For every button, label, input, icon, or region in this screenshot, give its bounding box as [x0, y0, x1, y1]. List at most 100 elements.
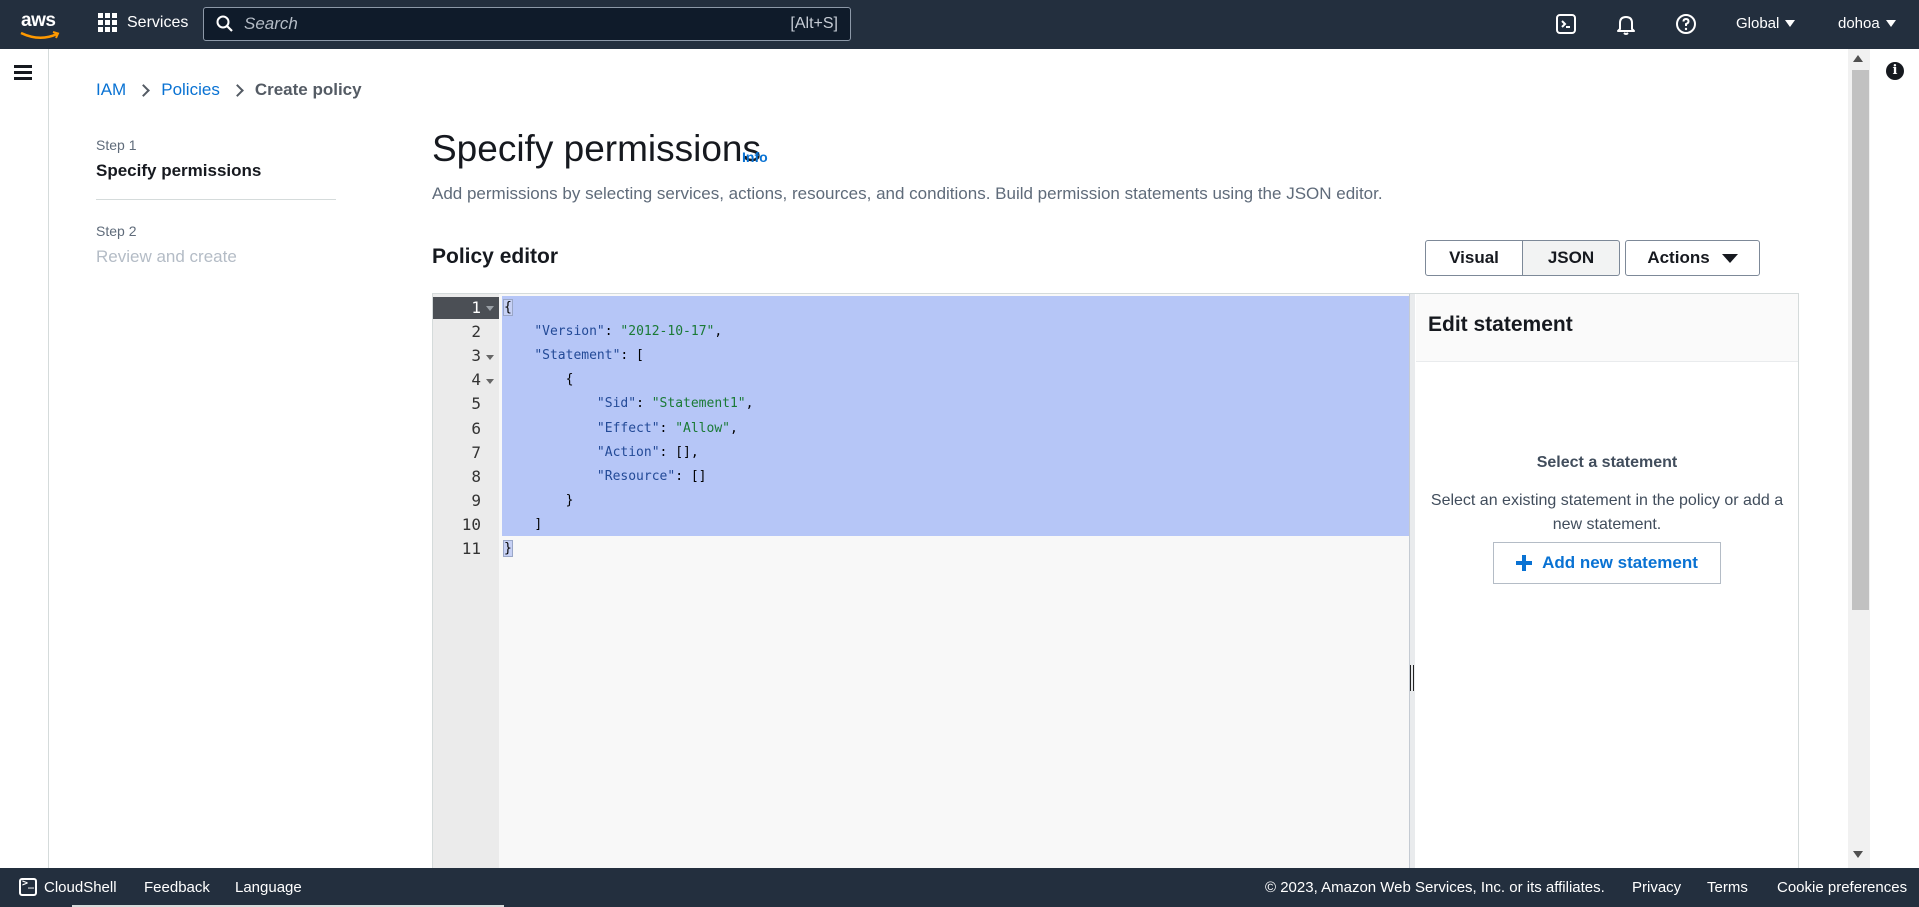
console-footer: CloudShell Feedback Language © 2023, Ama…	[0, 868, 1919, 907]
code-line[interactable]: "Version": "2012-10-17",	[503, 324, 722, 339]
json-punctuation: : []	[675, 468, 707, 484]
step-1-title[interactable]: Specify permissions	[96, 161, 261, 181]
services-grid-icon	[98, 13, 117, 32]
footer-feedback-link[interactable]: Feedback	[144, 879, 210, 896]
json-punctuation: ]	[534, 516, 543, 532]
caret-down-icon	[1721, 253, 1738, 263]
account-menu[interactable]: dohoa	[1838, 15, 1896, 32]
code-line[interactable]: }	[503, 492, 574, 508]
region-label: Global	[1736, 15, 1780, 32]
breadcrumb: IAM Policies Create policy	[96, 80, 362, 100]
breadcrumb-current: Create policy	[254, 80, 362, 99]
step-divider	[96, 199, 336, 200]
line-number: 1	[471, 298, 481, 317]
line-number: 2	[471, 322, 481, 342]
breadcrumb-iam[interactable]: IAM	[96, 80, 126, 100]
region-selector[interactable]: Global	[1736, 15, 1796, 32]
search-shortcut-hint: [Alt+S]	[790, 15, 838, 32]
line-number: 8	[471, 466, 481, 486]
json-punctuation: :	[659, 420, 676, 436]
code-line[interactable]: ]	[503, 517, 542, 532]
cloudshell-icon[interactable]	[1554, 12, 1578, 36]
json-punctuation: {	[503, 299, 513, 316]
json-punctuation: {	[565, 372, 574, 388]
tools-rail	[1870, 49, 1919, 868]
editor-mode-toggle: Visual JSON	[1425, 240, 1620, 276]
services-menu-button[interactable]: Services	[98, 13, 188, 32]
fold-arrow-icon[interactable]	[486, 306, 494, 311]
aws-logo[interactable]: aws	[20, 10, 60, 40]
json-punctuation: ,	[730, 420, 738, 436]
step-1-label: Step 1	[96, 137, 137, 153]
search-box[interactable]: [Alt+S]	[203, 7, 851, 41]
step-2-label: Step 2	[96, 223, 137, 239]
footer-privacy-link[interactable]: Privacy	[1632, 879, 1681, 896]
info-panel-icon[interactable]: i	[1886, 62, 1904, 80]
json-punctuation: :	[636, 396, 652, 412]
footer-cookie-preferences-link[interactable]: Cookie preferences	[1777, 879, 1907, 896]
select-statement-description: Select an existing statement in the poli…	[1430, 492, 1784, 533]
json-key: "Version"	[534, 324, 605, 340]
code-line[interactable]: {	[503, 372, 574, 388]
info-link[interactable]: Info	[742, 149, 768, 165]
aws-logo-text: aws	[21, 10, 56, 31]
footer-copyright: © 2023, Amazon Web Services, Inc. or its…	[1265, 879, 1605, 896]
footer-cloudshell-link[interactable]: CloudShell	[44, 879, 117, 896]
account-label: dohoa	[1838, 15, 1880, 32]
json-key: "Statement"	[534, 348, 621, 364]
add-new-statement-button[interactable]: Add new statement	[1493, 542, 1721, 584]
json-key: "Action"	[596, 444, 660, 460]
json-string: "Statement1"	[651, 396, 746, 412]
json-punctuation: ,	[714, 324, 723, 340]
breadcrumb-policies[interactable]: Policies	[161, 80, 220, 100]
footer-terms-link[interactable]: Terms	[1707, 879, 1748, 896]
notifications-bell-icon[interactable]	[1614, 12, 1638, 36]
footer-language-link[interactable]: Language	[235, 879, 302, 896]
aws-smile-icon	[20, 31, 60, 39]
json-punctuation: }	[565, 492, 574, 508]
json-punctuation: }	[503, 540, 513, 557]
line-number: 6	[471, 418, 481, 438]
page-description: Add permissions by selecting services, a…	[432, 184, 1383, 203]
code-line[interactable]: "Sid": "Statement1",	[503, 396, 754, 412]
line-number: 11	[461, 539, 481, 558]
code-line[interactable]: "Effect": "Allow",	[503, 421, 738, 436]
visual-mode-button[interactable]: Visual	[1425, 240, 1523, 276]
search-input[interactable]	[242, 13, 791, 35]
code-line[interactable]: }	[503, 540, 513, 557]
actions-dropdown-button[interactable]: Actions	[1625, 240, 1760, 276]
menu-hamburger-icon[interactable]	[14, 65, 32, 83]
scroll-up-arrow-icon[interactable]	[1853, 55, 1863, 62]
code-line[interactable]: "Statement": [	[503, 348, 644, 363]
fold-arrow-icon[interactable]	[486, 379, 494, 384]
editor-panel-splitter[interactable]	[1409, 294, 1415, 868]
code-line[interactable]: "Action": [],	[503, 445, 699, 460]
code-line[interactable]: {	[503, 299, 513, 316]
json-mode-button[interactable]: JSON	[1523, 240, 1620, 276]
actions-label: Actions	[1647, 248, 1710, 267]
help-icon[interactable]	[1674, 12, 1698, 36]
chevron-right-icon	[230, 83, 244, 97]
top-navigation: aws Services [Alt+S] Global	[0, 0, 1919, 49]
chevron-down-icon	[1885, 20, 1896, 27]
json-key: "Resource"	[596, 468, 676, 484]
services-label: Services	[127, 13, 189, 31]
scroll-down-arrow-icon[interactable]	[1853, 851, 1863, 858]
fold-arrow-icon[interactable]	[486, 355, 494, 360]
line-number: 4	[471, 370, 481, 390]
code-line[interactable]: "Resource": []	[503, 469, 707, 484]
line-number: 3	[471, 346, 481, 366]
splitter-grip-handle[interactable]	[1410, 665, 1414, 691]
json-key: "Sid"	[596, 396, 637, 412]
plus-icon	[1516, 555, 1533, 571]
add-new-statement-label: Add new statement	[1542, 553, 1698, 572]
scrollbar-thumb[interactable]	[1852, 70, 1869, 610]
step-2-title: Review and create	[96, 247, 237, 266]
select-statement-heading: Select a statement	[1536, 454, 1678, 471]
json-string: "2012-10-17"	[620, 324, 715, 340]
search-icon	[216, 15, 233, 32]
json-punctuation: : [],	[659, 444, 699, 460]
line-number: 7	[471, 442, 481, 462]
cloudshell-footer-icon[interactable]	[19, 878, 37, 896]
json-string: "Allow"	[675, 420, 730, 436]
